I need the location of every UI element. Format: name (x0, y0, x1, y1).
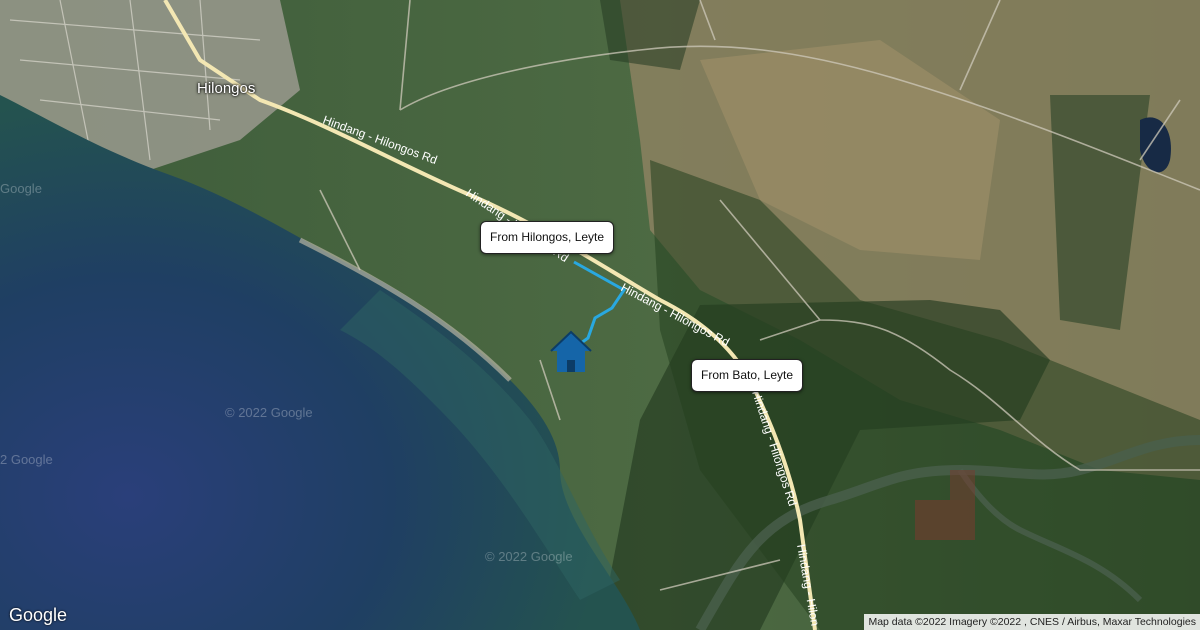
satellite-map[interactable]: Hindang - Hilongos Rd Hindang - Hilongos… (0, 0, 1200, 630)
map-watermark: © 2022 Google (485, 549, 573, 564)
callout-from-bato[interactable]: From Bato, Leyte (691, 359, 804, 392)
map-watermark: Google (0, 181, 42, 196)
town-label: Hilongos (197, 80, 256, 97)
google-logo: Google (9, 605, 68, 625)
satellite-imagery: Hindang - Hilongos Rd Hindang - Hilongos… (0, 0, 1200, 630)
map-watermark: 2 Google (0, 452, 53, 467)
map-attribution[interactable]: Map data ©2022 Imagery ©2022 , CNES / Ai… (864, 614, 1200, 630)
map-watermark: © 2022 Google (225, 405, 313, 420)
callout-from-hilongos[interactable]: From Hilongos, Leyte (480, 221, 615, 254)
